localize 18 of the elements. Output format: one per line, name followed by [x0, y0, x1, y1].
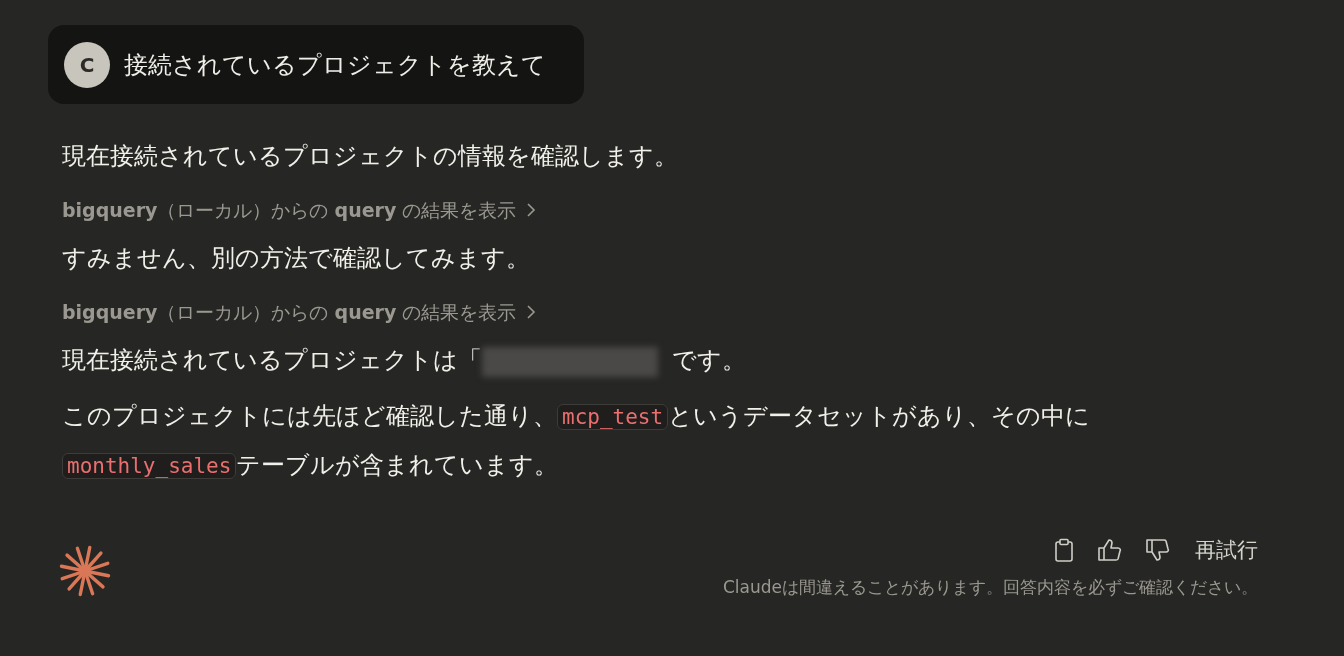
- retry-button[interactable]: 再試行: [1189, 536, 1258, 564]
- response-text: テーブルが含まれています。: [236, 451, 559, 479]
- response-text: です。: [672, 346, 746, 374]
- tool-result-link[interactable]: bigquery（ローカル）からの query の結果を表示: [48, 194, 537, 226]
- response-text: すみません、別の方法で確認してみます。: [62, 244, 530, 272]
- inline-code: mcp_test: [557, 404, 669, 430]
- response-text: 現在接続されているプロジェクトの情報を確認します。: [62, 142, 678, 170]
- chevron-right-icon: [526, 203, 537, 217]
- response-text: このプロジェクトには先ほど確認した通り、: [62, 402, 557, 430]
- inline-code: monthly_sales: [62, 453, 237, 479]
- starburst-logo-icon: [58, 544, 112, 598]
- chevron-right-icon: [526, 305, 537, 319]
- response-text: というデータセットがあり、その中に: [668, 402, 1091, 430]
- tool-result-link[interactable]: bigquery（ローカル）からの query の結果を表示: [48, 296, 537, 328]
- user-message-text: 接続されているプロジェクトを教えて: [124, 49, 546, 81]
- response-text: 現在接続されているプロジェクトは「: [62, 346, 482, 374]
- disclaimer-text: Claudeは間違えることがあります。回答内容を必ずご確認ください。: [722, 576, 1258, 599]
- user-avatar: C: [64, 41, 110, 88]
